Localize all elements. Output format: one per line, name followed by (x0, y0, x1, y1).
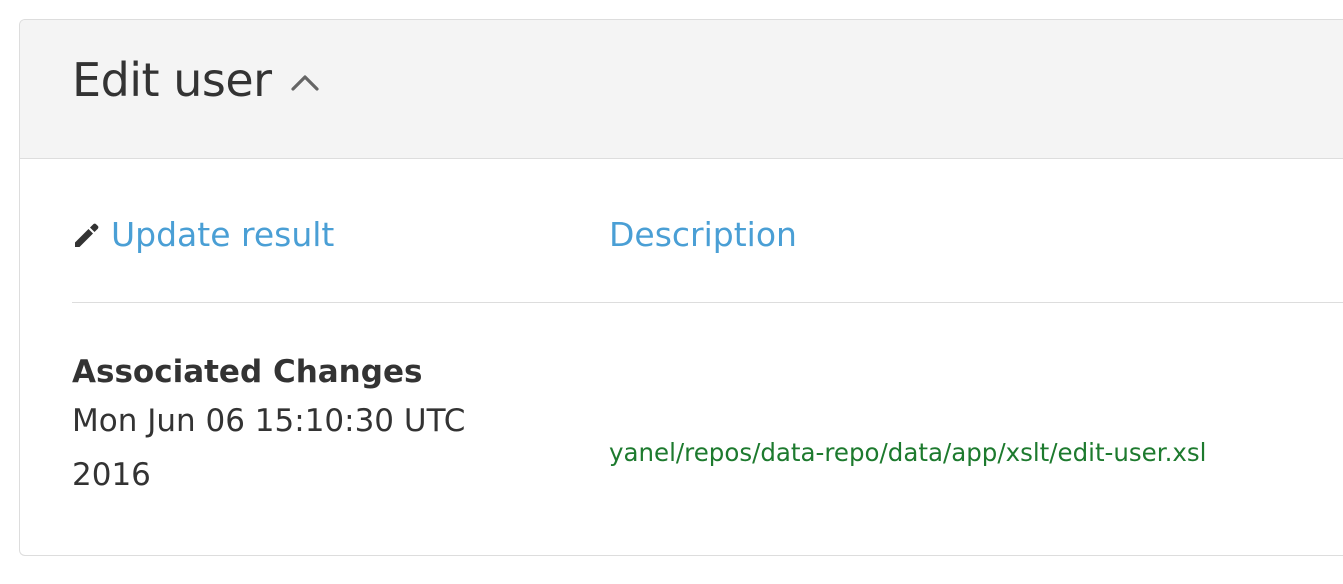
description-link[interactable]: Description (609, 215, 797, 254)
changed-file-path-link[interactable]: yanel/repos/data-repo/data/app/xslt/edit… (609, 438, 1206, 467)
update-result-label[interactable]: Update result (111, 215, 334, 254)
panel-title-text: Edit user (72, 53, 272, 107)
panel-title[interactable]: Edit user (72, 50, 320, 110)
change-date: Mon Jun 06 15:10:30 UTC 2016 (72, 403, 466, 493)
associated-changes-heading: Associated Changes (72, 354, 423, 390)
edit-user-panel: Edit user Update result Description Asso… (19, 19, 1343, 556)
divider (72, 302, 1343, 303)
panel-heading[interactable]: Edit user (20, 20, 1343, 159)
update-result-link[interactable]: Update result (72, 215, 334, 254)
result-links-row: Update result Description (72, 215, 1343, 255)
pencil-icon (75, 223, 99, 247)
associated-changes: Associated Changes Mon Jun 06 15:10:30 U… (72, 350, 512, 502)
chevron-up-icon[interactable] (290, 72, 320, 92)
